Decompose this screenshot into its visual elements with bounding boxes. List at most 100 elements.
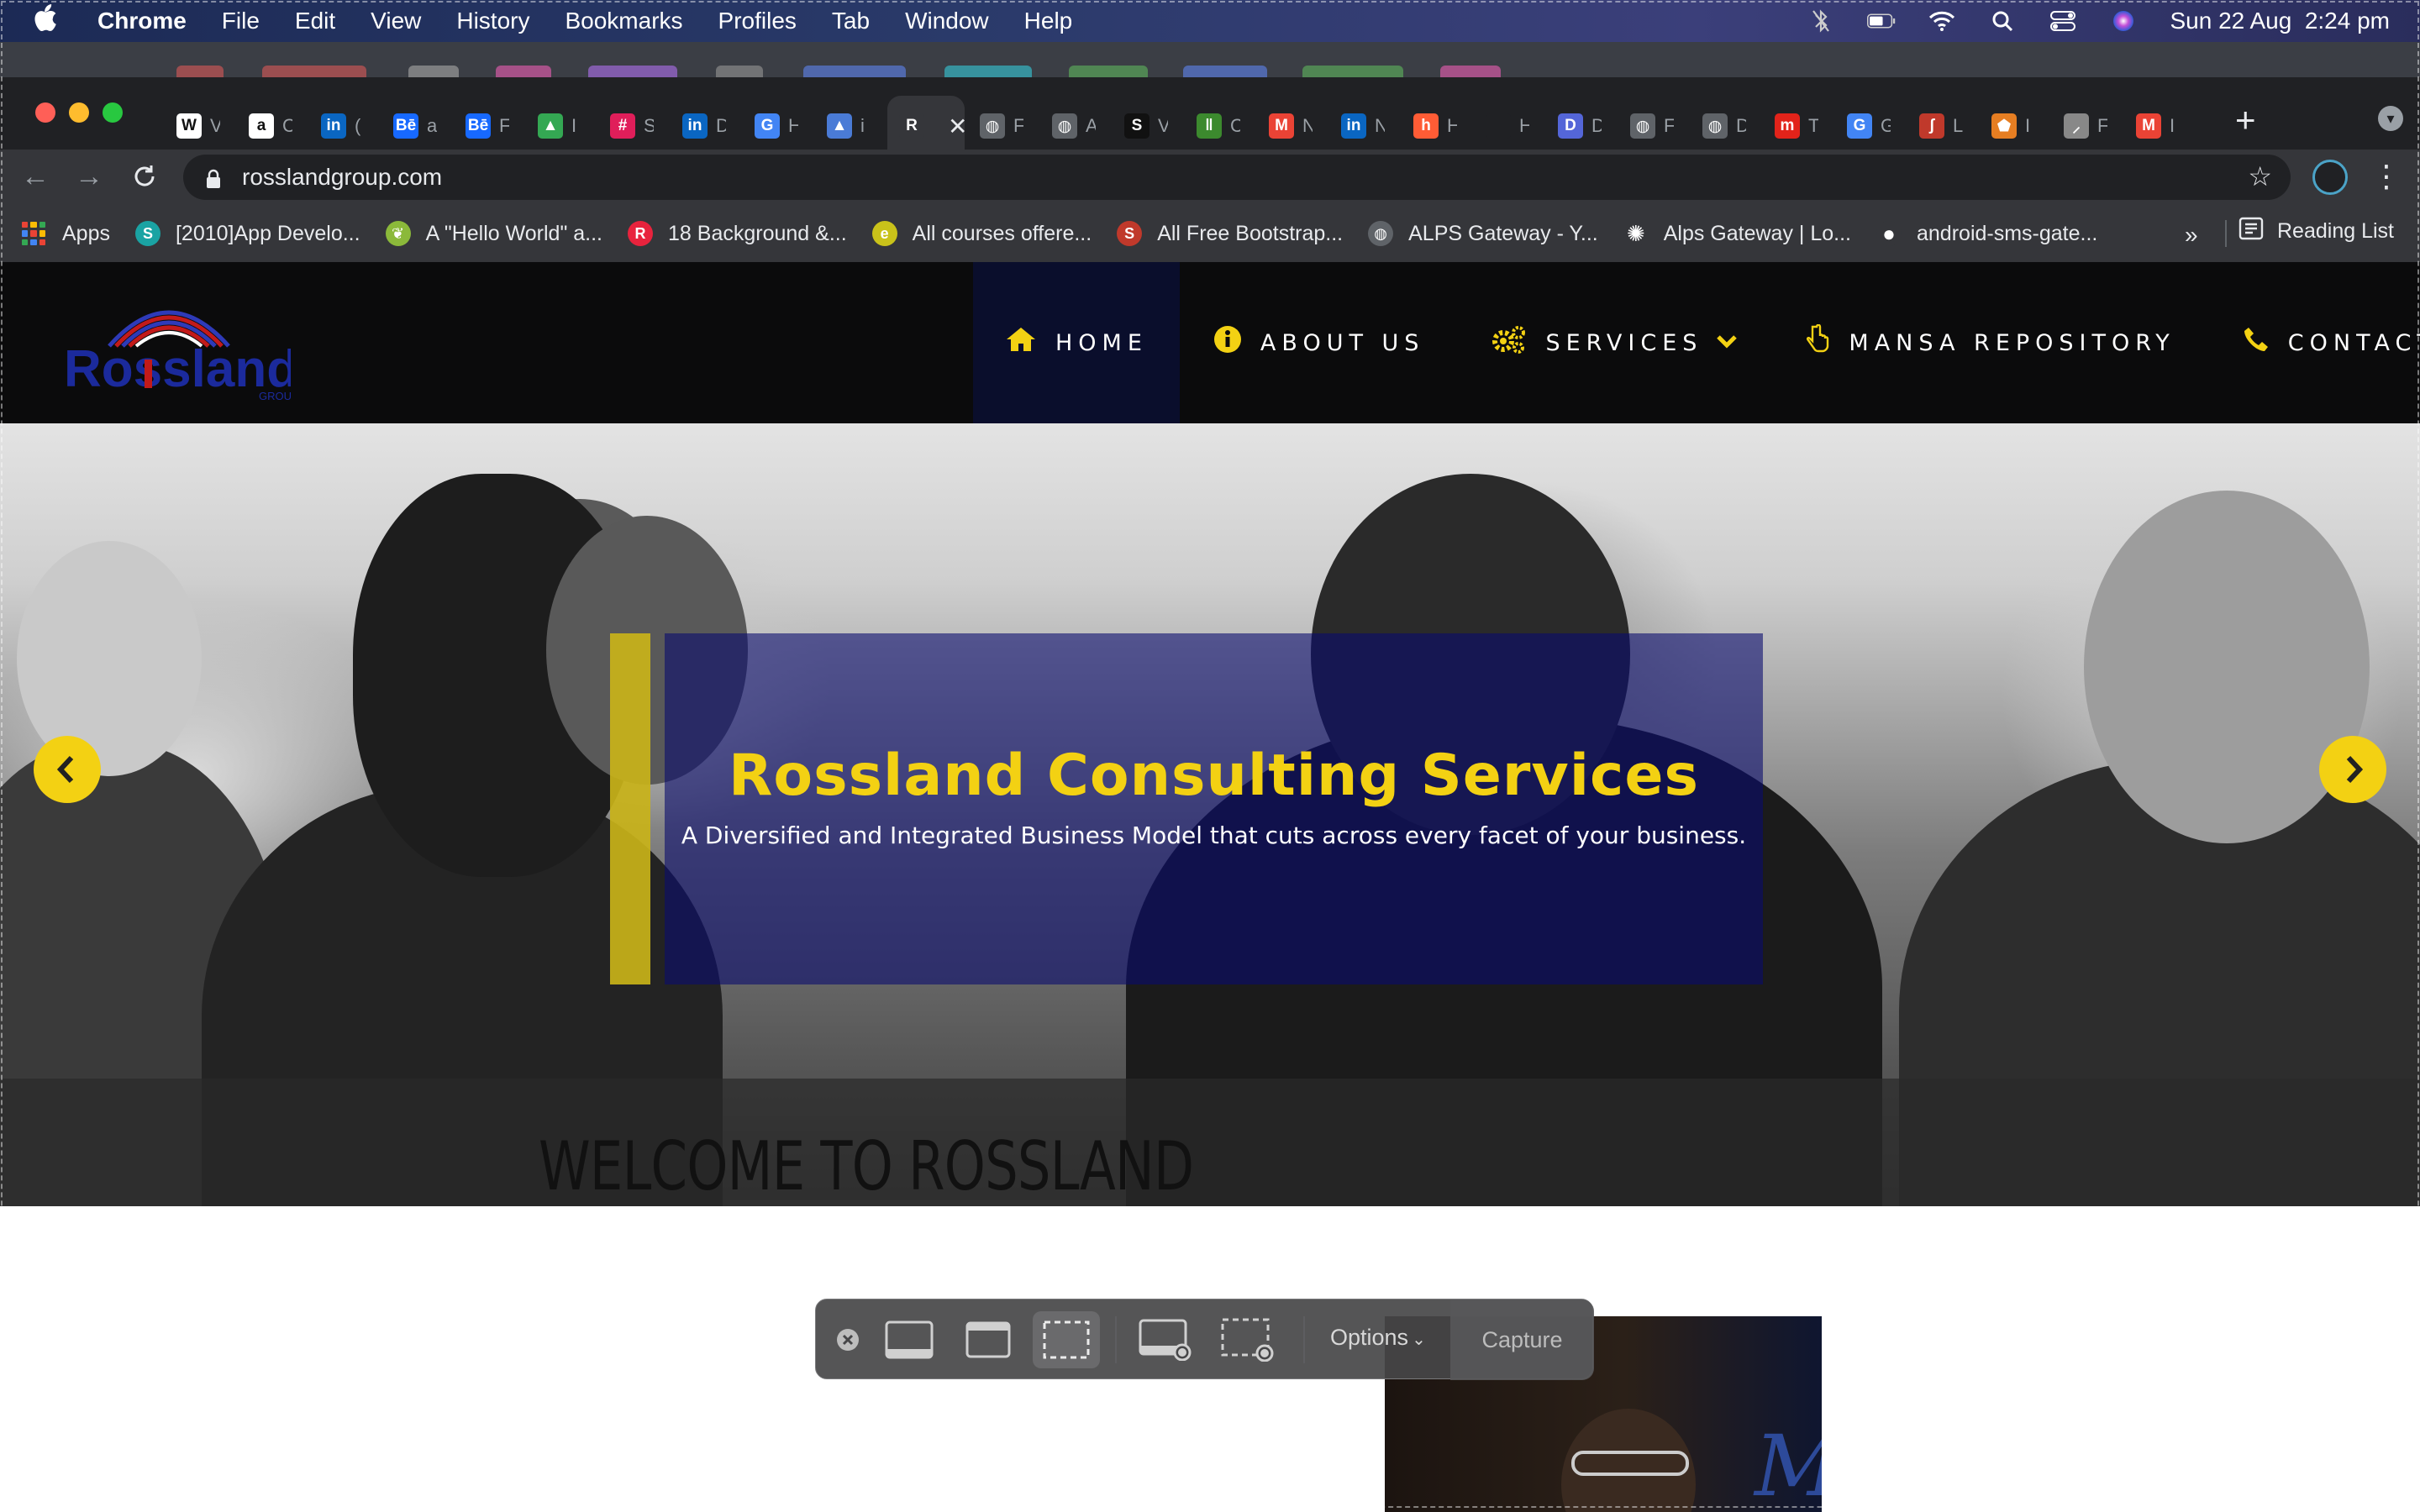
control-center-icon[interactable] [2049,10,2077,32]
browser-tab[interactable]: SV [1113,96,1168,156]
browser-tab[interactable]: ⬟ I [1980,96,2035,156]
chevron-down-icon[interactable] [1716,330,1738,355]
browser-tab[interactable]: hH [1402,96,1457,156]
browser-tab[interactable]: Bē F [454,96,509,156]
nav-home[interactable]: HOME [973,262,1180,423]
profile-avatar[interactable] [2312,160,2348,195]
browser-tab[interactable]: GG [1835,96,1891,156]
bookmark-item[interactable]: R 18 Background &... [628,221,847,246]
wifi-icon[interactable] [1928,10,1956,32]
capture-button[interactable]: Capture [1450,1299,1594,1380]
browser-tab[interactable]: ▲ I [526,96,581,156]
browser-tab[interactable]: ◍ F [968,96,1023,156]
rossland-logo[interactable]: Rossland GROUP [64,287,299,405]
browser-tab[interactable]: MN [1257,96,1313,156]
new-tab-button[interactable]: + [2235,102,2256,138]
slider-next-button[interactable] [2319,736,2386,803]
close-tab-icon[interactable]: ✕ [948,113,965,140]
browser-tab[interactable]: ⸝ F [2052,96,2107,156]
close-screenshot-icon[interactable] [831,1311,865,1368]
browser-tab[interactable]: ʃL [1907,96,1963,156]
menu-window[interactable]: Window [905,8,989,34]
apple-menu-icon[interactable] [34,4,67,38]
menu-view[interactable]: View [371,8,421,34]
record-selection-icon[interactable] [1214,1311,1281,1368]
browser-tab[interactable]: WV [165,96,220,156]
menu-tab[interactable]: Tab [832,8,870,34]
menu-app-chrome[interactable]: Chrome [97,8,187,34]
capture-window-icon[interactable] [955,1311,1021,1368]
menu-profiles[interactable]: Profiles [718,8,797,34]
nav-about-us[interactable]: ABOUT US [1180,262,1459,423]
lock-icon[interactable] [205,168,222,188]
capture-selection-icon[interactable] [1033,1311,1100,1368]
bookmark-item[interactable]: Apps [22,222,110,246]
spotlight-search-icon[interactable] [1988,10,2017,32]
reading-list-button[interactable]: Reading List [2238,217,2394,246]
bluetooth-off-icon[interactable] [1807,9,1835,33]
tab-title: N [1375,115,1385,136]
browser-tab[interactable]: ◍ F [1618,96,1674,156]
behance-favicon-icon: Bē [466,113,491,139]
url-text[interactable]: rosslandgroup.com [242,164,442,191]
bookmark-item[interactable]: ◍ ALPS Gateway - Y... [1368,221,1598,246]
options-dropdown[interactable]: Options ⌄ [1330,1325,1426,1351]
chrome-menu-icon[interactable]: ⋮ [2371,156,2402,197]
browser-tab[interactable]: aC [237,96,292,156]
browser-tab[interactable]: # S [598,96,654,156]
slider-prev-button[interactable] [34,736,101,803]
browser-tab[interactable]: DD [1546,96,1602,156]
nav-services[interactable]: SERVICES [1458,262,1771,423]
amazon-favicon-icon: a [249,113,274,139]
browser-tab[interactable]: ◍ A [1040,96,1096,156]
menubar-clock[interactable]: Sun 22 Aug 2:24 pm [2170,8,2390,34]
tab-active[interactable]: R ✕ [887,96,965,156]
nav-mansa-repository[interactable]: MANSA REPOSITORY [1771,262,2208,423]
back-button[interactable]: ← [17,158,54,195]
menu-bookmarks[interactable]: Bookmarks [565,8,682,34]
tab-search-icon[interactable]: ▾ [2378,106,2403,131]
bookmark-item[interactable]: e All courses offere... [871,221,1092,246]
more-bookmarks-button[interactable]: » [2185,222,2198,249]
browser-tab[interactable]: in D [671,96,726,156]
browser-tab[interactable]: ǁC [1185,96,1240,156]
pointer-hand-icon [1805,323,1830,362]
siri-icon[interactable] [2109,10,2138,32]
browser-tab[interactable]: H [1474,96,1529,156]
bookmark-item[interactable]: S All Free Bootstrap... [1117,221,1343,246]
tab-title: F [499,115,509,136]
m-favicon-icon: m [1775,113,1800,139]
bookmark-item[interactable]: ● android-sms-gate... [1876,221,2097,246]
browser-tab[interactable]: Bē a [381,96,437,156]
browser-tab[interactable]: in N [1329,96,1385,156]
menu-history[interactable]: History [456,8,529,34]
browser-tab[interactable]: MI [2124,96,2180,156]
browser-tab[interactable]: mT [1763,96,1818,156]
tab-title: F [1664,115,1674,136]
minimize-window-button[interactable] [69,102,89,123]
close-window-button[interactable] [35,102,55,123]
address-bar[interactable]: rosslandgroup.com ☆ [183,155,2291,200]
menu-file[interactable]: File [222,8,260,34]
reload-button[interactable] [126,158,163,195]
bookmark-item[interactable]: ✺ Alps Gateway | Lo... [1623,221,1851,246]
bookmark-star-icon[interactable]: ☆ [2248,163,2272,190]
battery-icon[interactable] [1867,10,1896,32]
browser-tab[interactable]: ◍ D [1691,96,1746,156]
bookmark-item[interactable]: S [2010]App Develo... [134,221,360,246]
tab-title: D [1736,115,1746,136]
tab-title: H [1447,115,1457,136]
record-entire-screen-icon[interactable] [1132,1311,1199,1368]
nav-contact[interactable]: CONTACT [2209,262,2420,423]
menu-help[interactable]: Help [1024,8,1073,34]
browser-tab[interactable]: GH [743,96,798,156]
capture-entire-screen-icon[interactable] [876,1311,942,1368]
bookmark-item[interactable]: ❦ A "Hello World" a... [385,221,602,246]
forward-button[interactable]: → [71,158,108,195]
browser-tab[interactable]: ▲ i [815,96,871,156]
maximize-window-button[interactable] [103,102,123,123]
tab-title: D [1591,115,1602,136]
menu-edit[interactable]: Edit [295,8,335,34]
browser-tab[interactable]: in ( [309,96,365,156]
bookmark-label: All courses offere... [912,221,1092,245]
